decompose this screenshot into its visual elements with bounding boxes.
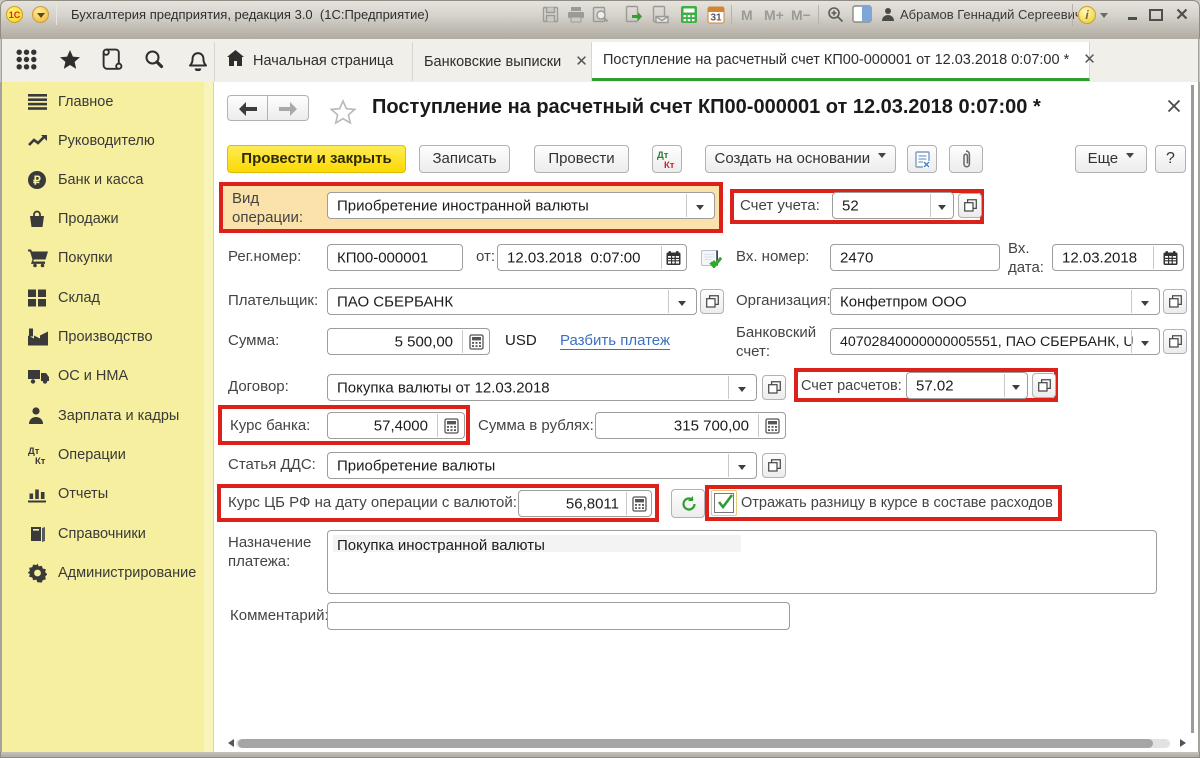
svg-text:₽: ₽ xyxy=(33,173,41,187)
svg-text:Кт: Кт xyxy=(35,456,46,465)
svg-text:Кт: Кт xyxy=(664,160,675,170)
